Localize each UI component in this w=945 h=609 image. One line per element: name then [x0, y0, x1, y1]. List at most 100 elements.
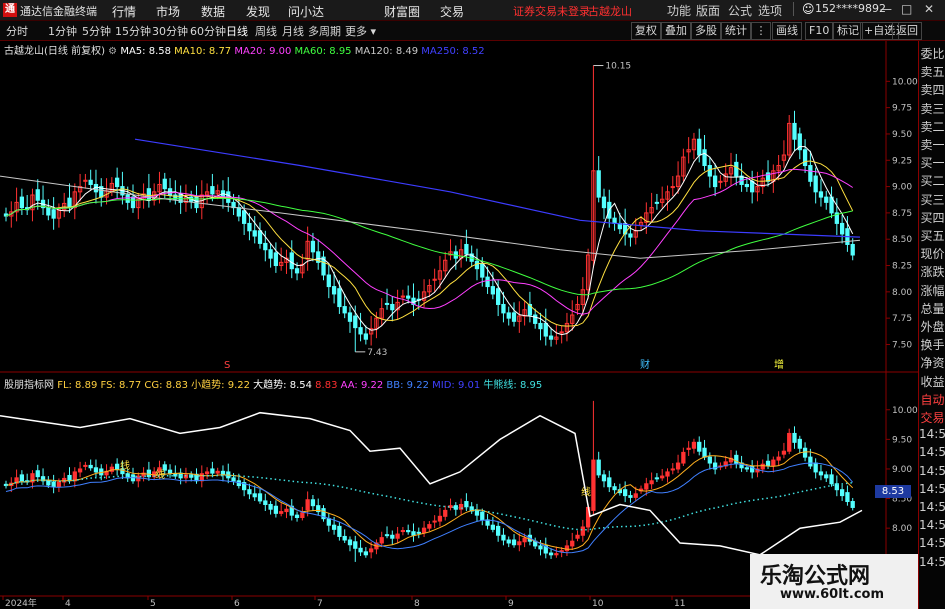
side-item-11[interactable]: 现价	[919, 245, 945, 262]
candle-body-141	[750, 180, 755, 193]
side-item-24[interactable]: 14:56	[919, 482, 945, 496]
sub-candle-body-114	[607, 477, 612, 488]
side-item-18[interactable]: 收益	[919, 373, 945, 390]
sub-candle-body-46	[247, 489, 252, 495]
candle-body-16	[88, 179, 93, 185]
side-item-4[interactable]: 卖二	[919, 118, 945, 135]
sub-candle-body-104	[554, 553, 559, 556]
kline-chart[interactable]: 10.157.43S 财增 线线线 7.507.758.008.258.508.7…	[0, 0, 918, 609]
candle-body-47	[252, 230, 257, 237]
sub-candle-body-111	[591, 459, 596, 511]
side-item-28[interactable]: 14:56	[919, 555, 945, 569]
candle-body-158	[839, 222, 845, 235]
candle-body-160	[850, 243, 855, 256]
sub-candle-body-117	[623, 489, 628, 497]
side-item-20[interactable]: 交易	[919, 409, 945, 426]
sub-candle-body-151	[802, 447, 808, 458]
sub-candle-body-143	[760, 463, 765, 470]
candle-body-49	[263, 242, 268, 251]
sub-line-marker-2: 线	[581, 486, 591, 499]
main-legend-item-2: MA20: 9.00	[231, 46, 292, 57]
sub-candle-body-17	[93, 467, 99, 473]
sub-candle-body-150	[797, 438, 802, 449]
side-item-14[interactable]: 总量	[919, 300, 945, 317]
side-item-26[interactable]: 14:56	[919, 518, 945, 532]
candle-body-62	[331, 286, 337, 295]
sub-candle-body-43	[231, 477, 236, 482]
sub-candle-body-98	[522, 537, 527, 543]
side-item-15[interactable]: 外盘	[919, 318, 945, 335]
sub-candle-body-76	[406, 530, 411, 533]
xtick-label-8: 11	[674, 599, 685, 609]
main-ytick-label-6: 9.00	[892, 183, 912, 193]
sub-candle-body-68	[363, 551, 368, 556]
sub-candle-body-64	[342, 535, 347, 541]
side-item-5[interactable]: 卖一	[919, 136, 945, 153]
side-item-3[interactable]: 卖三	[919, 100, 945, 117]
candle-body-96	[511, 312, 517, 322]
current-price-tag: 8.53	[875, 485, 911, 498]
sub-line-marker-1: 线	[155, 468, 165, 481]
side-item-23[interactable]: 14:56	[919, 464, 945, 478]
candle-body-61	[326, 274, 331, 288]
candle-body-91	[485, 276, 490, 288]
sub-candle-body-48	[257, 493, 263, 502]
sub-candle-body-107	[570, 540, 575, 547]
sub-candle-body-80	[427, 524, 432, 529]
candle-body-123	[654, 201, 660, 204]
sub-candle-body-15	[83, 464, 88, 467]
sub-candle-body-145	[771, 459, 776, 467]
settings-gear-icon[interactable]: ⚙	[108, 46, 117, 57]
sub-candle-body-39	[210, 468, 215, 474]
candle-body-151	[802, 149, 808, 167]
side-item-8[interactable]: 买三	[919, 191, 945, 208]
candle-body-90	[480, 262, 485, 278]
sub-candle-body-147	[781, 450, 787, 455]
side-item-10[interactable]: 买五	[919, 227, 945, 244]
candle-body-134	[712, 175, 718, 188]
sub-candle-body-57	[305, 499, 310, 511]
side-item-6[interactable]: 买一	[919, 154, 945, 171]
sub-candle-body-127	[675, 462, 681, 470]
candle-body-89	[474, 260, 480, 270]
side-item-22[interactable]: 14:56	[919, 445, 945, 459]
sub-candle-body-94	[501, 534, 506, 541]
side-item-19[interactable]: 自动	[919, 391, 945, 408]
sub-ytick-label-2: 9.00	[892, 465, 912, 475]
sub-legend: 股朋指标网 FL: 8.89 FS: 8.77 CG: 8.83 小趋势: 9.…	[4, 376, 542, 391]
side-item-12[interactable]: 涨跌	[919, 263, 945, 280]
sub-candle-body-158	[839, 489, 845, 497]
side-item-27[interactable]: 14:56	[919, 536, 945, 550]
side-item-1[interactable]: 卖五	[919, 63, 945, 80]
candle-body-65	[347, 312, 353, 322]
close-icon[interactable]: ✕	[924, 2, 934, 16]
sub-candle-body-65	[347, 539, 353, 546]
sub-candle-body-115	[612, 486, 617, 491]
sub-candle-body-153	[813, 462, 818, 473]
sub-candle-body-61	[326, 518, 331, 526]
candle-body-100	[533, 314, 538, 324]
side-item-17[interactable]: 净资	[919, 354, 945, 371]
side-item-16[interactable]: 换手	[919, 336, 945, 353]
candle-body-126	[670, 186, 675, 189]
side-item-2[interactable]: 卖四	[919, 81, 945, 98]
sub-candle-body-67	[358, 547, 363, 553]
sub-candle-body-50	[268, 503, 273, 510]
sub-legend-item-9: 牛熊线: 8.95	[480, 380, 543, 391]
side-item-25[interactable]: 14:56	[919, 500, 945, 514]
xtick-label-1: 4	[65, 599, 71, 609]
side-item-9[interactable]: 买四	[919, 209, 945, 226]
sub-ytick-label-0: 8.00	[892, 524, 912, 534]
side-item-21[interactable]: 14:56	[919, 427, 945, 441]
main-ytick-label-9: 9.75	[892, 104, 912, 114]
main-ytick-label-0: 7.50	[892, 340, 912, 350]
sub-legend-item-3: 小趋势: 9.22	[187, 380, 250, 391]
side-item-7[interactable]: 买二	[919, 172, 945, 189]
side-item-13[interactable]: 涨幅	[919, 282, 945, 299]
sub-legend-item-7: BB: 9.22	[383, 380, 429, 391]
sub-candle-body-87	[464, 501, 469, 508]
side-item-0[interactable]: 委比	[919, 45, 945, 62]
candle-body-152	[808, 165, 813, 182]
sub-candle-body-16	[88, 464, 93, 469]
watermark-url: www.60lt.com	[780, 587, 885, 602]
